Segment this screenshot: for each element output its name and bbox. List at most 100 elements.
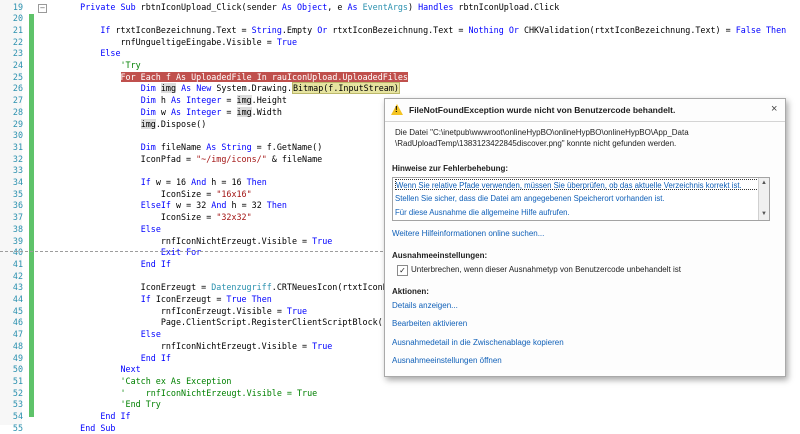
scroll-up-icon[interactable]: ▲ — [760, 179, 768, 187]
line-number: 40 — [12, 247, 23, 258]
line-number: 33 — [12, 165, 23, 176]
line-number: 25 — [12, 71, 23, 82]
action-open-exception-settings[interactable]: Ausnahmeeinstellungen öffnen — [392, 356, 502, 365]
code-text: rnfIconNichtErzeugt.Visible = True — [60, 235, 333, 246]
line-number: 50 — [12, 364, 23, 375]
code-text: End If — [100, 411, 131, 421]
code-line[interactable]: 19 − Private Sub rbtnIconUpload_Click(sen… — [0, 2, 800, 14]
code-line[interactable]: 21 If rtxtIconBezeichnung.Text = String.… — [0, 25, 800, 37]
line-number: 51 — [12, 375, 23, 386]
code-text: ElseIf w = 32 And h = 32 Then — [140, 200, 287, 211]
troubleshooting-heading: Hinweise zur Fehlerbehebung: — [392, 164, 509, 173]
troubleshooting-tips-list[interactable]: Wenn Sie relative Pfade verwenden, müsse… — [392, 177, 770, 221]
line-number: 19 — [12, 1, 23, 12]
line-number: 49 — [12, 352, 23, 363]
line-number: 29 — [12, 118, 23, 129]
line-number: 35 — [12, 188, 23, 199]
code-text: Else — [140, 223, 161, 234]
code-text: 'End Try — [120, 399, 161, 410]
code-text: img.Dispose() — [140, 118, 207, 129]
code-text: End If — [140, 352, 171, 363]
code-text: End Sub — [80, 422, 116, 433]
code-line[interactable]: 20 — [0, 13, 800, 25]
exception-assistant-popup[interactable]: ! FileNotFoundException wurde nicht von … — [384, 98, 786, 377]
line-number: 41 — [12, 258, 23, 269]
exception-title: FileNotFoundException wurde nicht von Be… — [409, 105, 676, 115]
code-text: Else — [140, 329, 161, 340]
exception-message: Die Datei "C:\inetpub\wwwroot\onlineHypB… — [395, 127, 775, 149]
line-number: 43 — [12, 282, 23, 293]
code-text: Else — [100, 48, 121, 59]
code-text: rnfIconNichtErzeugt.Visible = True — [60, 340, 333, 351]
tip-item[interactable]: Stellen Sie sicher, dass die Datei am an… — [395, 193, 761, 204]
line-number: 26 — [12, 83, 23, 94]
line-number: 52 — [12, 387, 23, 398]
line-number: 42 — [12, 270, 23, 281]
warning-icon: ! — [391, 104, 403, 115]
code-text: ' rnfIconNichtErzeugt.Visible = True — [120, 387, 318, 398]
line-number: 23 — [12, 48, 23, 59]
line-number: 34 — [12, 177, 23, 187]
code-line[interactable]: 52 ' rnfIconNichtErzeugt.Visible = True — [0, 388, 800, 400]
action-enable-editing[interactable]: Bearbeiten aktivieren — [392, 319, 467, 328]
code-line[interactable]: 23 Else — [0, 48, 800, 60]
line-number: 24 — [12, 60, 23, 70]
code-line[interactable]: 25 For Each f As UploadedFile In rauIcon… — [0, 71, 800, 84]
line-number: 30 — [12, 130, 23, 141]
code-text: IconPfad = "~/img/icons/" & fileName — [60, 153, 323, 164]
code-text: Dim h As Integer = img.Height — [140, 95, 287, 106]
close-icon[interactable]: × — [771, 103, 777, 115]
code-text: rnfUngueltigeEingabe.Visible = True — [60, 36, 298, 47]
line-number: 22 — [12, 36, 23, 47]
line-number: 54 — [12, 411, 23, 421]
tip-item[interactable]: Wenn Sie relative Pfade verwenden, müsse… — [395, 179, 761, 190]
collapse-icon[interactable]: − — [38, 3, 47, 13]
line-number: 27 — [12, 95, 23, 106]
code-text: If rtxtIconBezeichnung.Text = String.Emp… — [100, 24, 787, 35]
code-text: Page.ClientScript.RegisterClientScriptBl… — [60, 317, 408, 328]
code-text: 'Catch ex As Exception — [120, 375, 232, 386]
line-number: 47 — [12, 329, 23, 340]
code-line[interactable]: 55 End Sub — [0, 423, 800, 434]
code-line[interactable]: 26 Dim img As New System.Drawing.Bitmap(… — [0, 82, 800, 95]
code-text: Exit For — [160, 247, 202, 258]
line-number: 20 — [12, 13, 23, 24]
code-text: Private Sub rbtnIconUpload_Click(sender … — [80, 1, 560, 12]
actions-heading: Aktionen: — [392, 287, 429, 296]
code-text: Dim fileName As String = f.GetName() — [140, 141, 323, 152]
code-text: Next — [120, 364, 141, 375]
line-number: 28 — [12, 106, 23, 117]
code-text: IconErzeugt = Datenzugriff.CRTNeuesIcon(… — [60, 282, 408, 293]
line-number: 31 — [12, 141, 23, 152]
break-on-exception-checkbox[interactable]: ✓ — [397, 265, 408, 276]
line-number: 55 — [12, 422, 23, 433]
action-copy-exception-detail[interactable]: Ausnahmedetail in die Zwischenablage kop… — [392, 338, 564, 347]
line-number: 53 — [12, 399, 23, 410]
code-line[interactable]: 24 'Try — [0, 60, 800, 72]
line-number: 21 — [12, 24, 23, 35]
line-number: 44 — [12, 294, 23, 304]
code-text: rnfIconErzeugt.Visible = True — [60, 305, 308, 316]
code-text: If IconErzeugt = True Then — [140, 294, 272, 304]
line-number: 48 — [12, 340, 23, 351]
code-text: IconSize = "32x32" — [60, 212, 252, 223]
action-view-details[interactable]: Details anzeigen... — [392, 301, 458, 310]
line-number: 45 — [12, 305, 23, 316]
line-number: 38 — [12, 223, 23, 234]
code-text: Dim w As Integer = img.Width — [140, 106, 282, 117]
code-line[interactable]: 22 rnfUngueltigeEingabe.Visible = True — [0, 37, 800, 49]
line-number: 32 — [12, 153, 23, 164]
exception-message-line: Die Datei "C:\inetpub\wwwroot\onlineHypB… — [395, 128, 689, 137]
code-line[interactable]: 53 'End Try — [0, 399, 800, 411]
line-number: 36 — [12, 200, 23, 211]
scroll-down-icon[interactable]: ▼ — [760, 210, 768, 218]
code-text: 'Try — [120, 60, 141, 70]
tips-scrollbar[interactable]: ▲ ▼ — [758, 178, 769, 220]
exception-settings-heading: Ausnahmeeinstellungen: — [392, 251, 488, 260]
code-line[interactable]: 51 'Catch ex As Exception — [0, 376, 800, 388]
code-line[interactable]: 54 End If — [0, 411, 800, 423]
break-on-exception-label: Unterbrechen, wenn dieser Ausnahmetyp vo… — [411, 265, 681, 274]
more-help-link[interactable]: Weitere Hilfeinformationen online suchen… — [392, 229, 544, 238]
tip-item[interactable]: Für diese Ausnahme die allgemeine Hilfe … — [395, 207, 761, 218]
code-text: IconSize = "16x16" — [60, 188, 252, 199]
